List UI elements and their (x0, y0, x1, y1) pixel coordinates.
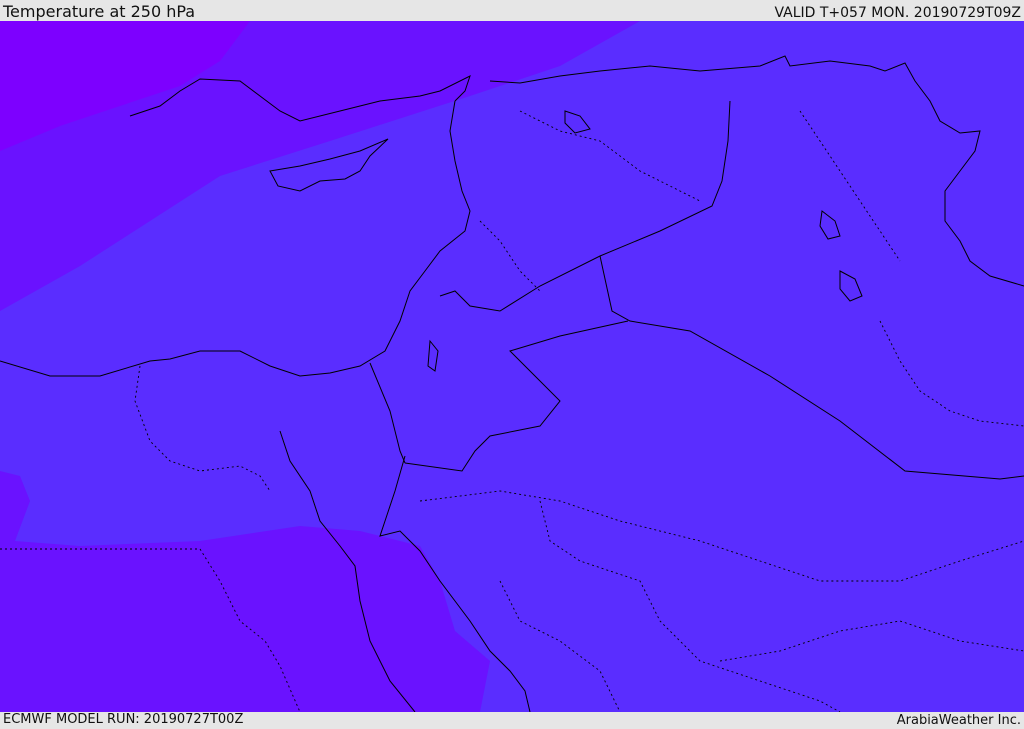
valid-time: VALID T+057 MON. 20190729T09Z (774, 5, 1021, 21)
header-bar: Temperature at 250 hPa VALID T+057 MON. … (0, 0, 1024, 21)
map-title: Temperature at 250 hPa (3, 2, 196, 21)
weather-map-frame: Temperature at 250 hPa VALID T+057 MON. … (0, 0, 1024, 729)
map-canvas (0, 21, 1024, 712)
footer-bar: ECMWF MODEL RUN: 20190727T00Z ArabiaWeat… (0, 712, 1024, 729)
brand-label: ArabiaWeather Inc. (896, 713, 1021, 728)
model-run-label: ECMWF MODEL RUN: 20190727T00Z (3, 712, 244, 727)
temperature-map[interactable] (0, 21, 1024, 712)
